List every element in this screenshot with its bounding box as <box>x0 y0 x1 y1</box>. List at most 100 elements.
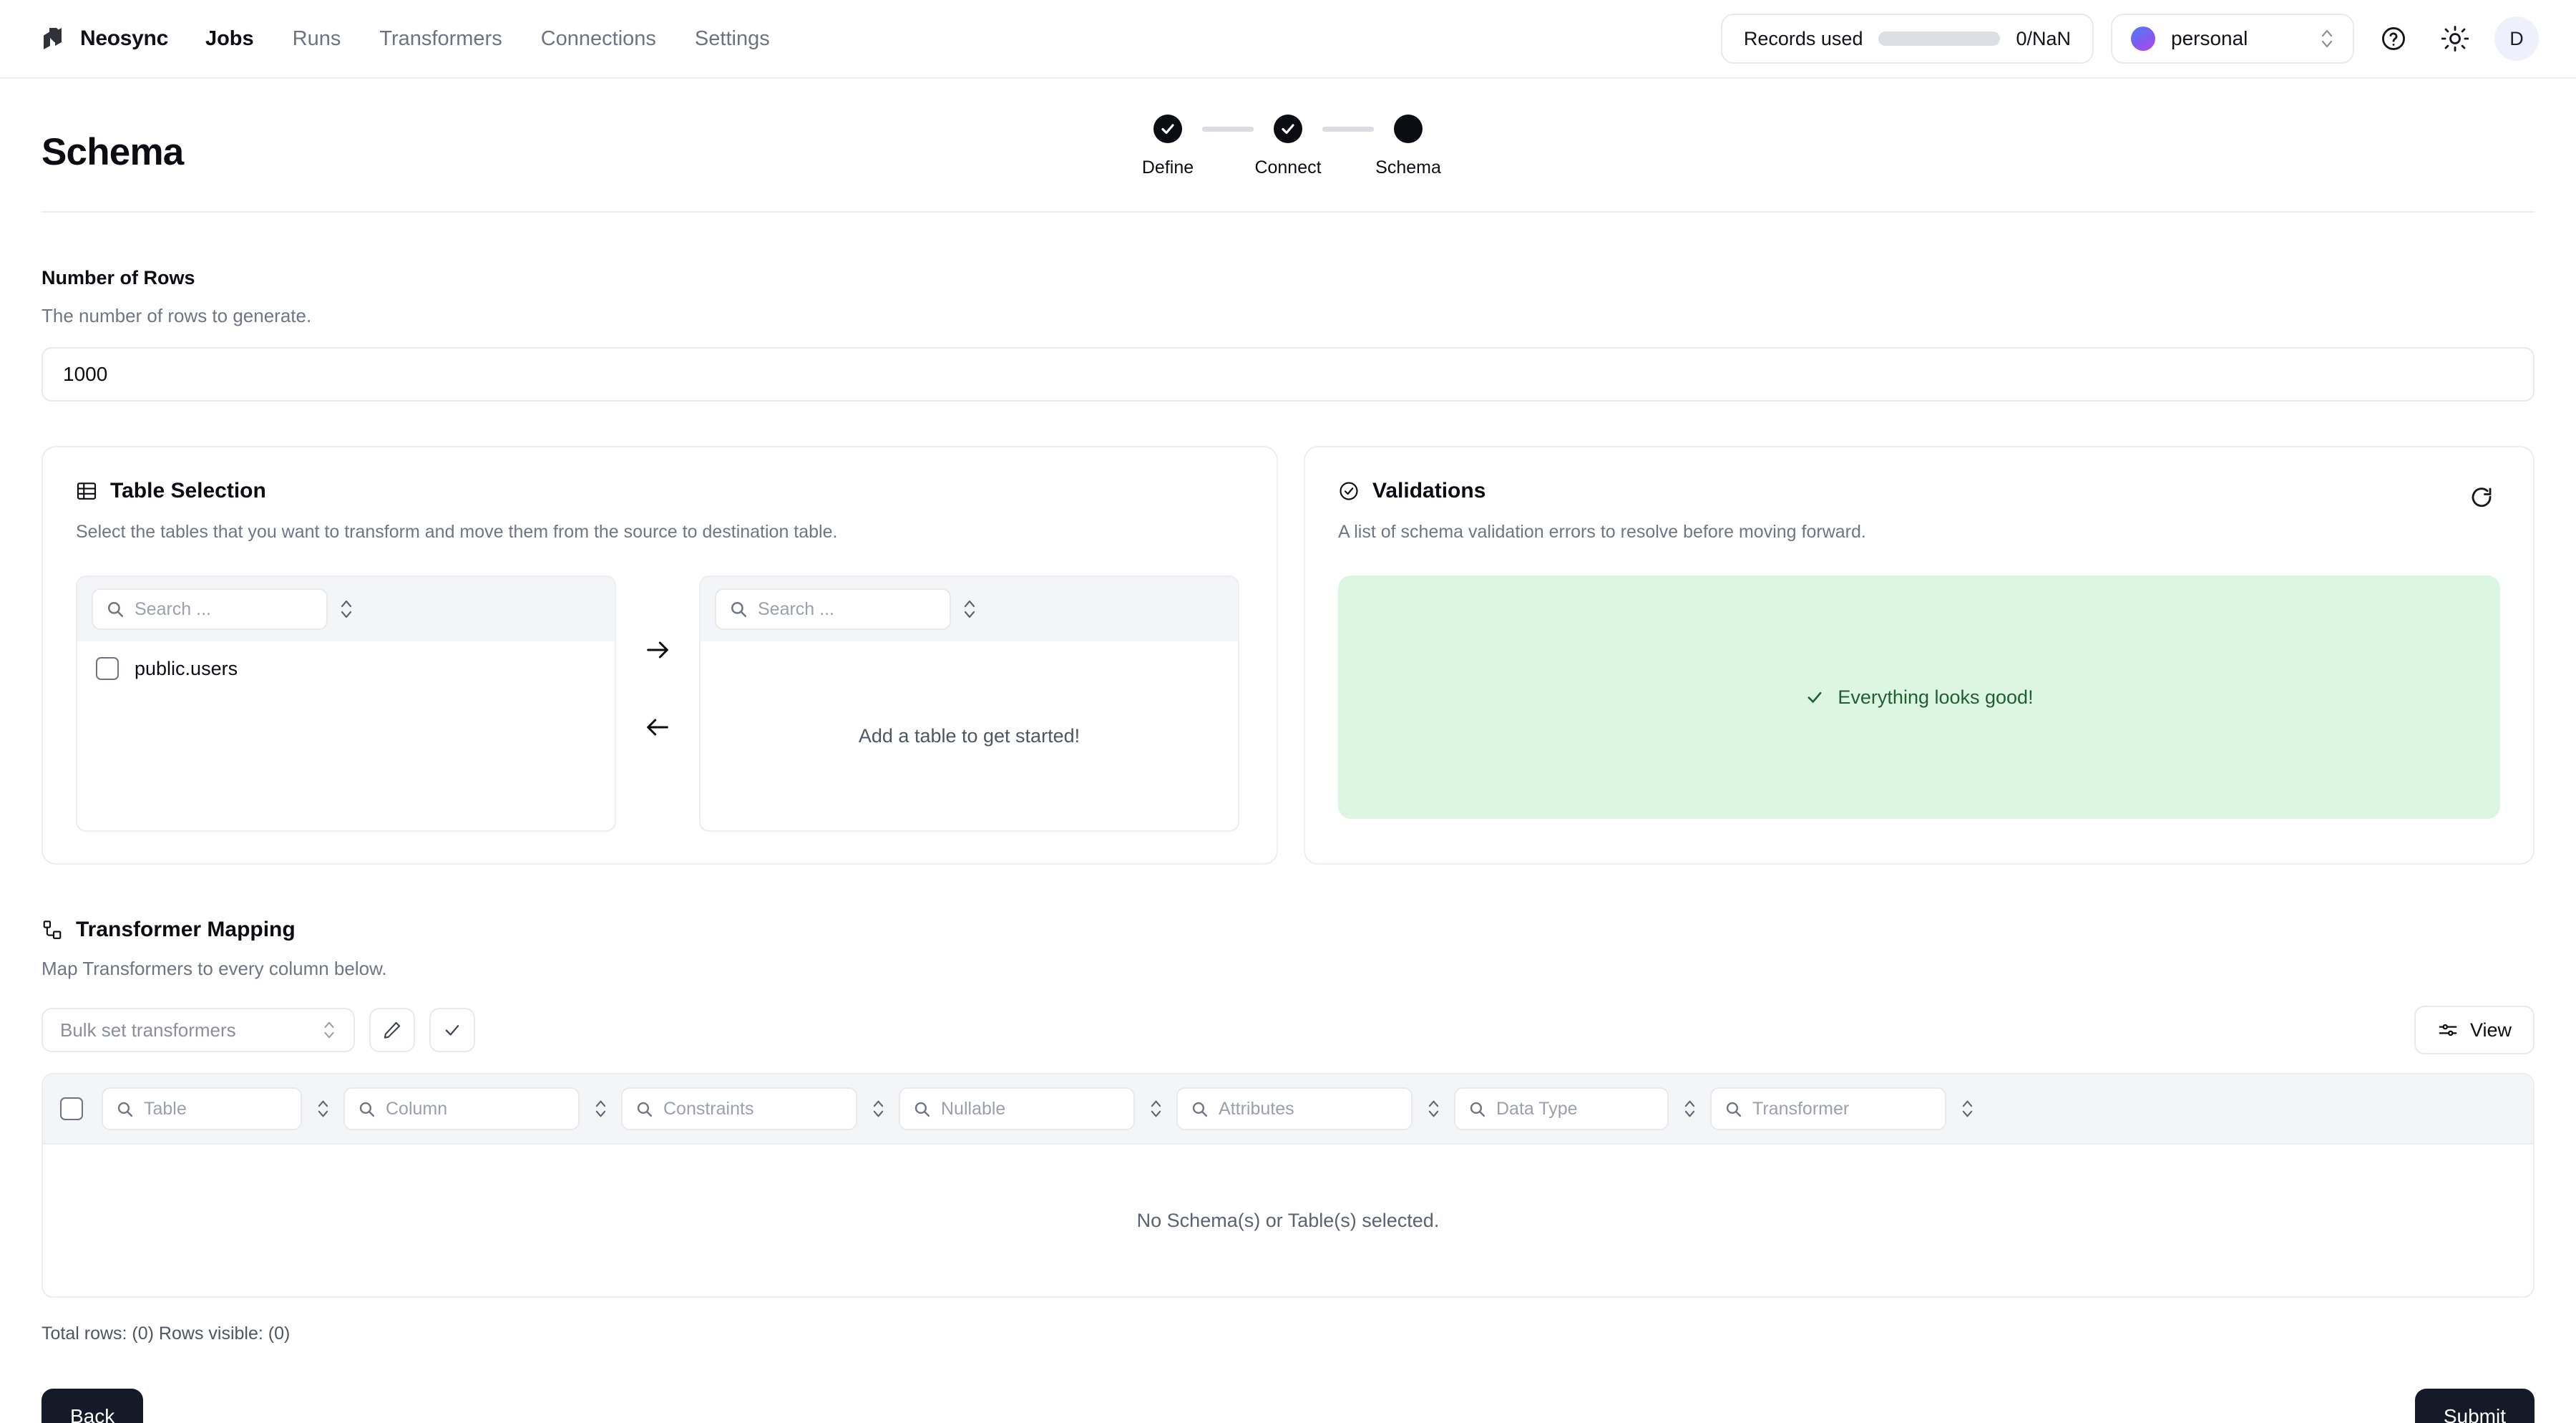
account-switcher[interactable]: personal <box>2111 14 2354 64</box>
transformer-mapping-toolbar: Bulk set transformers View <box>42 1006 2534 1054</box>
step-schema-circle <box>1394 115 1423 143</box>
stepper-connector-1 <box>1202 127 1254 132</box>
stepper-step-define[interactable]: Define <box>1133 115 1202 178</box>
pencil-icon <box>382 1020 402 1040</box>
stepper-label-schema: Schema <box>1375 157 1441 178</box>
refresh-icon <box>2469 485 2494 510</box>
bulk-apply-button[interactable] <box>429 1008 475 1052</box>
sliders-icon <box>2437 1019 2459 1041</box>
search-icon <box>913 1100 931 1118</box>
search-icon <box>635 1100 653 1118</box>
search-icon <box>1191 1100 1209 1118</box>
submit-button[interactable]: Submit <box>2414 1389 2534 1423</box>
table-selection-card: Table Selection Select the tables that y… <box>42 446 1278 865</box>
stepper-connector-2 <box>1322 127 1374 132</box>
arrow-left-icon <box>643 713 672 742</box>
table-selection-description: Select the tables that you want to trans… <box>76 522 838 542</box>
number-of-rows-label: Number of Rows <box>42 267 195 288</box>
transformer-mapping-empty-message: No Schema(s) or Table(s) selected. <box>1136 1209 1440 1231</box>
stepper-label-define: Define <box>1141 157 1194 178</box>
nav-link-transformers[interactable]: Transformers <box>379 27 502 51</box>
stepper-step-schema[interactable]: Schema <box>1374 115 1443 178</box>
nav-link-connections[interactable]: Connections <box>541 27 656 51</box>
back-button[interactable]: Back <box>42 1389 144 1423</box>
filter-input-data-type[interactable]: Data Type <box>1454 1087 1669 1130</box>
column-header-column: Column <box>343 1087 621 1130</box>
column-header-transformer: Transformer <box>1710 1087 1988 1130</box>
sort-toggle-attributes[interactable] <box>1413 1097 1454 1120</box>
destination-table-list: Search ... Add a table to get started! <box>699 575 1239 832</box>
user-avatar[interactable]: D <box>2494 16 2539 61</box>
check-icon <box>1279 120 1297 137</box>
stepper-step-connect[interactable]: Connect <box>1254 115 1322 178</box>
sort-toggle-data-type[interactable] <box>1669 1097 1710 1120</box>
destination-list-header: Search ... <box>701 577 1238 641</box>
transformer-mapping-section: Transformer Mapping Map Transformers to … <box>42 918 2534 1344</box>
filter-input-attributes[interactable]: Attributes <box>1176 1087 1413 1130</box>
filter-placeholder-data-type: Data Type <box>1496 1098 1578 1119</box>
transfer-arrow-group <box>616 575 699 747</box>
validations-status-box: Everything looks good! <box>1338 575 2500 819</box>
validations-title: Validations <box>1372 479 1486 502</box>
source-search-input[interactable]: Search ... <box>92 588 328 630</box>
sort-toggle-table[interactable] <box>302 1097 343 1120</box>
bulk-edit-button[interactable] <box>369 1008 415 1052</box>
view-options-button[interactable]: View <box>2414 1006 2534 1054</box>
sort-toggle-column[interactable] <box>580 1097 621 1120</box>
table-selection-title: Table Selection <box>110 479 266 502</box>
move-right-button[interactable] <box>638 630 678 670</box>
move-left-button[interactable] <box>638 707 678 747</box>
view-options-label: View <box>2469 1019 2512 1041</box>
help-button[interactable] <box>2371 16 2416 61</box>
number-of-rows-description: The number of rows to generate. <box>42 305 312 326</box>
search-icon <box>116 1100 134 1118</box>
sort-toggle-transformer[interactable] <box>1946 1097 1988 1120</box>
validations-refresh-button[interactable] <box>2463 479 2500 516</box>
filter-input-column[interactable]: Column <box>343 1087 580 1130</box>
validations-status-text: Everything looks good! <box>1838 686 2034 708</box>
account-name: personal <box>2171 27 2248 49</box>
nav-right-group: Records used 0/NaN personal D <box>1720 14 2539 64</box>
filter-input-transformer[interactable]: Transformer <box>1710 1087 1946 1130</box>
filter-input-nullable[interactable]: Nullable <box>899 1087 1135 1130</box>
list-item[interactable]: public.users <box>77 641 615 696</box>
number-of-rows-input[interactable]: 1000 <box>42 347 2534 402</box>
column-header-table: Table <box>102 1087 343 1130</box>
records-used-indicator: Records used 0/NaN <box>1720 14 2094 64</box>
filter-input-table[interactable]: Table <box>102 1087 302 1130</box>
source-list-header: Search ... <box>77 577 615 641</box>
sort-toggle-constraints[interactable] <box>857 1097 899 1120</box>
page-header: Schema Define Connect Schema <box>42 79 2534 178</box>
source-item-checkbox[interactable] <box>96 657 119 680</box>
brand-name: Neosync <box>80 26 168 50</box>
nav-link-settings[interactable]: Settings <box>695 27 770 51</box>
filter-placeholder-transformer: Transformer <box>1752 1098 1850 1119</box>
column-header-data-type: Data Type <box>1454 1087 1710 1130</box>
nav-link-runs[interactable]: Runs <box>293 27 341 51</box>
filter-input-constraints[interactable]: Constraints <box>621 1087 857 1130</box>
select-all-checkbox[interactable] <box>60 1097 83 1120</box>
sort-toggle-nullable[interactable] <box>1135 1097 1176 1120</box>
brand[interactable]: Neosync <box>37 23 168 54</box>
bulk-set-transformers-select[interactable]: Bulk set transformers <box>42 1008 355 1052</box>
transformer-mapping-title-row: Transformer Mapping <box>42 918 2534 942</box>
check-circle-icon <box>1338 480 1360 502</box>
help-circle-icon <box>2380 25 2407 52</box>
transformer-mapping-description: Map Transformers to every column below. <box>42 958 387 979</box>
source-item-label: public.users <box>135 657 238 679</box>
destination-search-input[interactable]: Search ... <box>715 588 951 630</box>
source-sort-chevron-up-down-icon[interactable] <box>339 597 353 621</box>
theme-toggle-button[interactable] <box>2433 16 2477 61</box>
nav-link-jobs[interactable]: Jobs <box>205 27 254 51</box>
column-header-nullable: Nullable <box>899 1087 1176 1130</box>
destination-sort-chevron-up-down-icon[interactable] <box>962 597 977 621</box>
destination-list-body: Add a table to get started! <box>701 641 1238 830</box>
neosync-logo-icon <box>37 23 69 54</box>
transformer-mapping-title: Transformer Mapping <box>76 918 296 941</box>
step-define-circle <box>1153 115 1182 143</box>
search-icon <box>358 1100 376 1118</box>
filter-placeholder-nullable: Nullable <box>941 1098 1006 1119</box>
chevron-up-down-icon <box>2320 26 2334 51</box>
filter-placeholder-constraints: Constraints <box>663 1098 754 1119</box>
step-connect-circle <box>1274 115 1302 143</box>
